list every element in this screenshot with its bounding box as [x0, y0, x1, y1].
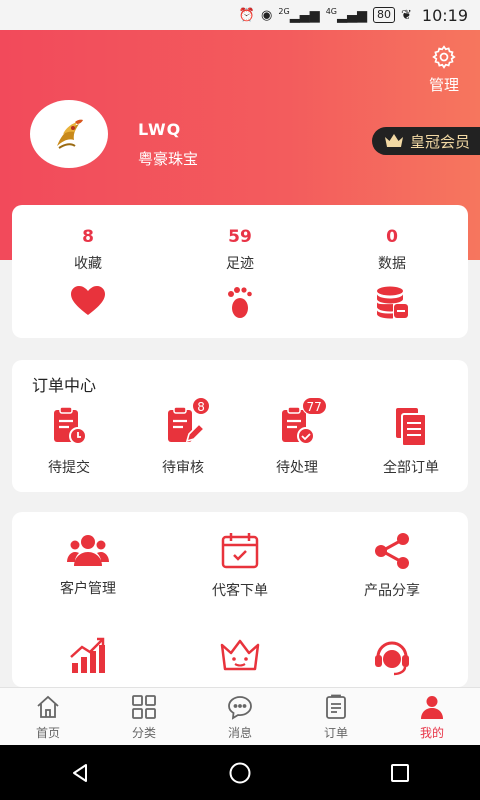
crown-icon: [384, 134, 403, 147]
tab-orders[interactable]: 订单: [288, 688, 384, 745]
company-name: 粤豪珠宝: [138, 150, 199, 168]
database-icon: [377, 286, 408, 319]
tool-statistics[interactable]: [12, 617, 164, 687]
bottom-tab-bar: 首页 分类 消息 订单 我的: [0, 687, 480, 745]
order-status-row: 待提交 8 待审核 77 待处理 全部订单: [12, 397, 468, 477]
order-all[interactable]: 全部订单: [354, 405, 468, 477]
process-count-badge: 77: [301, 397, 327, 415]
system-nav-bar: [0, 745, 480, 800]
stat-value: 8: [82, 227, 94, 247]
order-pending-process[interactable]: 77 待处理: [240, 397, 354, 477]
message-icon: [228, 696, 252, 720]
stat-footprints[interactable]: 59 足迹: [164, 205, 316, 338]
calendar-check-icon: [221, 533, 259, 569]
tool-membership[interactable]: [164, 617, 316, 687]
order-list-icon: [326, 694, 346, 719]
order-center-title: 订单中心: [32, 376, 97, 395]
review-count-badge: 8: [192, 397, 211, 415]
order-label: 全部订单: [383, 460, 439, 476]
home-icon: [37, 695, 59, 718]
alarm-icon: ⏰: [238, 7, 256, 23]
crown-face-icon: [220, 639, 260, 671]
back-icon[interactable]: [69, 762, 91, 784]
recents-icon[interactable]: [389, 762, 411, 784]
stat-value: 59: [228, 227, 252, 247]
avatar-image: [57, 119, 83, 149]
tab-label: 分类: [131, 726, 156, 740]
order-label: 待处理: [276, 460, 318, 476]
tool-label: 产品分享: [364, 583, 420, 599]
order-label: 待审核: [162, 460, 204, 476]
tools-card: 客户管理 代客下单 产品分享: [12, 512, 468, 687]
person-icon: [421, 696, 443, 719]
manage-label: 管理: [428, 76, 459, 94]
heart-icon: [71, 286, 105, 315]
member-badge-label: 皇冠会员: [409, 132, 470, 151]
stat-favorites[interactable]: 8 收藏: [12, 205, 164, 338]
customers-icon: [67, 535, 109, 566]
footprint-icon: [228, 287, 252, 318]
tab-label: 首页: [35, 726, 60, 740]
home-button-icon[interactable]: [228, 761, 252, 785]
tab-label: 消息: [227, 726, 252, 740]
leaf-icon: ❦: [400, 7, 412, 23]
signal-2g-icon: 2G▂▄▆: [278, 6, 320, 24]
stat-data[interactable]: 0 数据: [316, 205, 468, 338]
tab-category[interactable]: 分类: [96, 688, 192, 745]
documents-icon: [396, 408, 427, 447]
member-badge[interactable]: 皇冠会员: [371, 127, 480, 155]
tool-place-order[interactable]: 代客下单: [164, 512, 316, 617]
clipboard-clock-icon: [54, 406, 87, 445]
stat-label: 足迹: [226, 256, 254, 272]
stats-card: 8 收藏 59 足迹 0 数据: [12, 205, 468, 338]
tab-mine[interactable]: 我的: [384, 688, 480, 745]
tool-label: 代客下单: [212, 583, 268, 599]
tool-customer-management[interactable]: 客户管理: [12, 512, 164, 617]
battery-indicator: 80: [372, 7, 395, 23]
order-label: 待提交: [48, 460, 90, 476]
gear-icon: [432, 45, 456, 69]
tab-messages[interactable]: 消息: [192, 688, 288, 745]
avatar[interactable]: [30, 100, 108, 168]
tab-label: 我的: [419, 726, 444, 740]
tool-label: 客户管理: [60, 581, 116, 597]
headset-icon: [375, 641, 409, 676]
order-pending-review[interactable]: 8 待审核: [126, 397, 240, 477]
tool-product-share[interactable]: 产品分享: [316, 512, 468, 617]
status-bar: ⏰ ◉ 2G▂▄▆ 4G▂▄▆ 80 ❦ 10:19: [0, 0, 480, 30]
tool-customer-service[interactable]: [316, 617, 468, 687]
signal-4g-icon: 4G▂▄▆: [325, 6, 367, 24]
clock: 10:19: [421, 5, 468, 25]
stat-label: 收藏: [74, 256, 102, 272]
manage-button[interactable]: 管理: [424, 44, 464, 95]
bar-chart-icon: [70, 637, 105, 673]
stat-label: 数据: [378, 256, 406, 272]
tab-label: 订单: [323, 726, 348, 740]
order-pending-submit[interactable]: 待提交: [12, 405, 126, 477]
username: LWQ: [138, 120, 182, 139]
stat-value: 0: [386, 227, 398, 247]
order-center-card: 订单中心 待提交 8 待审核 77 待处理 全部订单: [12, 360, 468, 492]
grid-icon: [132, 695, 156, 719]
tab-home[interactable]: 首页: [0, 688, 96, 745]
eye-icon: ◉: [261, 7, 273, 23]
share-icon: [375, 533, 409, 569]
